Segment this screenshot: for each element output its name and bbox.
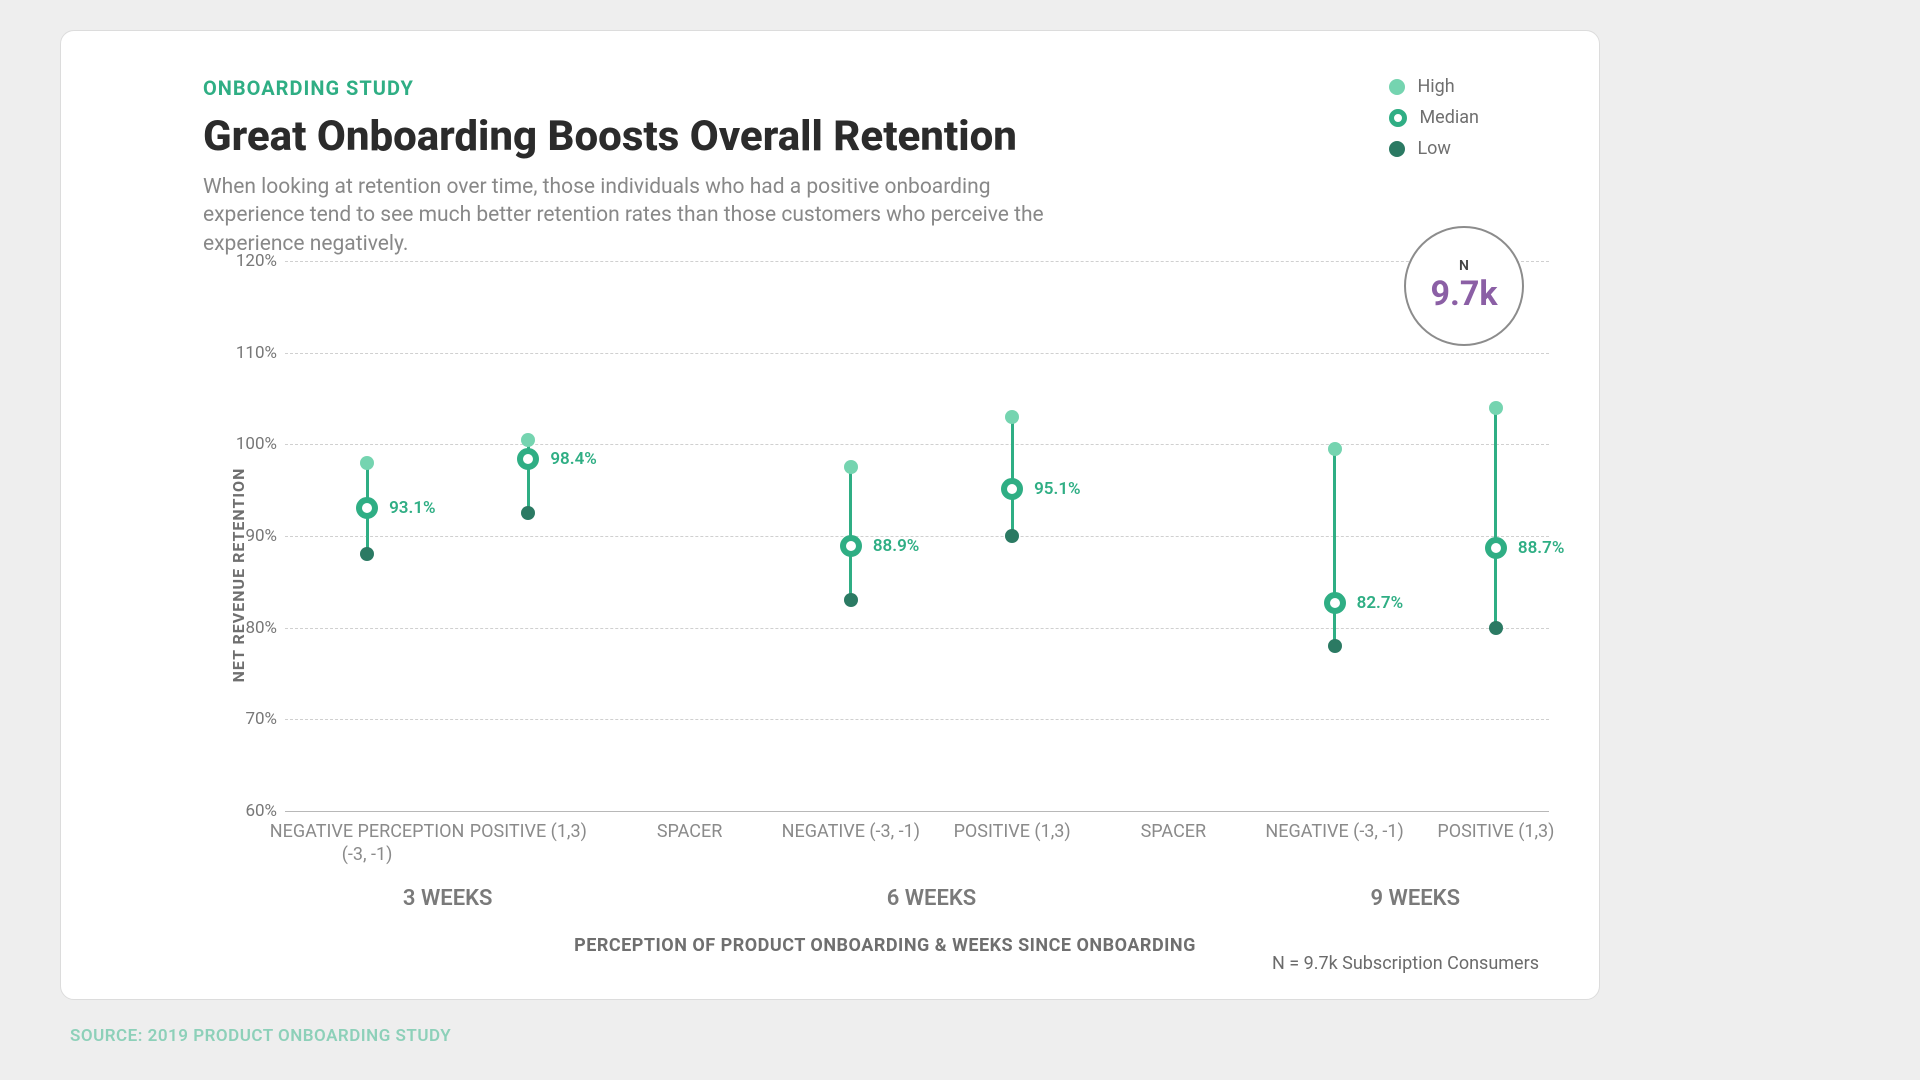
point-high [360, 456, 374, 470]
point-low [360, 547, 374, 561]
dot-icon [1389, 141, 1405, 157]
plot-region: 60%70%80%90%100%110%120%93.1%NEGATIVE PE… [221, 261, 1549, 811]
data-label: 95.1% [1034, 479, 1081, 499]
range-line [1494, 408, 1497, 628]
legend-label: Low [1417, 138, 1451, 159]
data-label: 98.4% [550, 449, 597, 469]
chart-card: ONBOARDING STUDY Great Onboarding Boosts… [60, 30, 1600, 1000]
point-high [1005, 410, 1019, 424]
grid-line [285, 811, 1549, 812]
point-median [1001, 478, 1023, 500]
x-category-label: POSITIVE (1,3) [1386, 821, 1606, 844]
range-line [1333, 449, 1336, 646]
y-tick-label: 100% [221, 434, 277, 454]
y-tick-label: 70% [221, 709, 277, 729]
chart-description: When looking at retention over time, tho… [203, 173, 1063, 258]
legend-item-low: Low [1389, 138, 1479, 159]
data-label: 93.1% [389, 498, 436, 518]
chart-column: 88.7%POSITIVE (1,3) [1406, 261, 1586, 811]
point-high [844, 460, 858, 474]
data-label: 88.9% [873, 536, 920, 556]
eyebrow-label: ONBOARDING STUDY [203, 76, 1549, 100]
chart-column: 98.4%POSITIVE (1,3) [438, 261, 618, 811]
badge-label: N [1459, 258, 1469, 274]
legend-item-high: High [1389, 76, 1479, 97]
chart-column: SPACER [1083, 261, 1263, 811]
y-tick-label: 110% [221, 343, 277, 363]
dot-icon [1389, 79, 1405, 95]
chart-column: 93.1%NEGATIVE PERCEPTION (-3, -1) [277, 261, 457, 811]
chart-column: 82.7%NEGATIVE (-3, -1) [1245, 261, 1425, 811]
x-group-label: 9 WEEKS [1370, 886, 1460, 911]
point-low [844, 593, 858, 607]
point-median [1324, 592, 1346, 614]
x-group-label: 3 WEEKS [403, 886, 493, 911]
point-low [1005, 529, 1019, 543]
chart-column: 95.1%POSITIVE (1,3) [922, 261, 1102, 811]
y-tick-label: 80% [221, 618, 277, 638]
data-label: 82.7% [1357, 593, 1404, 613]
point-median [517, 448, 539, 470]
chart-column: SPACER [600, 261, 780, 811]
point-median [840, 535, 862, 557]
legend-label: Median [1419, 107, 1479, 128]
sample-size-badge: N 9.7k [1404, 226, 1524, 346]
point-high [1328, 442, 1342, 456]
range-line [849, 467, 852, 600]
point-high [521, 433, 535, 447]
point-high [1489, 401, 1503, 415]
data-label: 88.7% [1518, 538, 1565, 558]
range-line [1011, 417, 1014, 536]
source-label: SOURCE: 2019 PRODUCT ONBOARDING STUDY [70, 1026, 451, 1046]
badge-value: 9.7k [1430, 274, 1497, 314]
point-low [521, 506, 535, 520]
chart-area: NET REVENUE RETENTION 60%70%80%90%100%11… [141, 261, 1549, 889]
point-median [356, 497, 378, 519]
legend-item-median: Median [1389, 107, 1479, 128]
legend: High Median Low [1389, 76, 1479, 169]
legend-label: High [1417, 76, 1454, 97]
x-group-label: 6 WEEKS [887, 886, 977, 911]
point-low [1328, 639, 1342, 653]
ring-icon [1389, 109, 1407, 127]
chart-title: Great Onboarding Boosts Overall Retentio… [203, 112, 1549, 161]
y-tick-label: 90% [221, 526, 277, 546]
point-median [1485, 537, 1507, 559]
y-tick-label: 60% [221, 801, 277, 821]
chart-column: 88.9%NEGATIVE (-3, -1) [761, 261, 941, 811]
x-axis-label: PERCEPTION OF PRODUCT ONBOARDING & WEEKS… [574, 935, 1196, 956]
point-low [1489, 621, 1503, 635]
y-tick-label: 120% [221, 251, 277, 271]
footnote: N = 9.7k Subscription Consumers [1272, 953, 1539, 974]
